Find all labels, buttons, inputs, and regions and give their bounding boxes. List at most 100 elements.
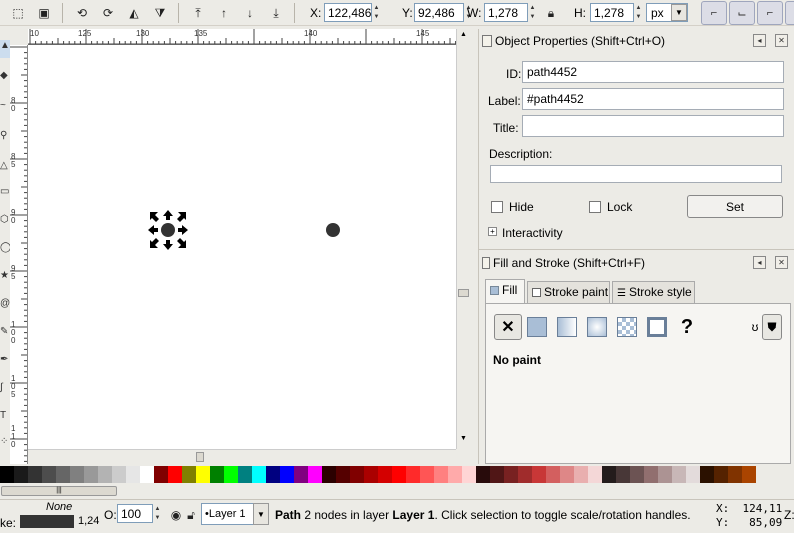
palette-swatch[interactable] — [140, 466, 154, 483]
measure-tool-icon[interactable]: △ — [0, 160, 10, 178]
x-input[interactable]: 122,486 — [324, 3, 372, 22]
palette-swatch[interactable] — [420, 466, 434, 483]
zoom-tool-icon[interactable]: ⚲ — [0, 130, 10, 148]
horizontal-scrollbar[interactable] — [28, 449, 456, 464]
palette-swatch[interactable] — [448, 466, 462, 483]
palette-swatch[interactable] — [364, 466, 378, 483]
hide-checkbox[interactable] — [491, 201, 503, 213]
palette-swatch[interactable] — [644, 466, 658, 483]
fill-rule-nonzero-icon[interactable]: ⛊ — [762, 314, 782, 340]
palette-swatch[interactable] — [308, 466, 322, 483]
width-spin-arrows[interactable]: ▲ ▼ — [528, 3, 537, 22]
palette-swatch[interactable] — [588, 466, 602, 483]
close-icon[interactable]: ✕ — [775, 34, 788, 47]
collapse-icon[interactable]: ◂ — [753, 256, 766, 269]
layer-visibility-icon[interactable]: ◉ — [170, 505, 182, 525]
lower-to-bottom-icon[interactable]: ⤓ — [266, 3, 286, 23]
palette-swatch[interactable] — [168, 466, 182, 483]
palette-swatch[interactable] — [126, 466, 140, 483]
palette-swatch[interactable] — [742, 466, 756, 483]
palette-swatch[interactable] — [182, 466, 196, 483]
id-field[interactable]: path4452 — [522, 61, 784, 83]
scale-corners-toggle[interactable]: ⌙ — [729, 1, 755, 25]
palette-swatch[interactable] — [56, 466, 70, 483]
opacity-spin-arrows[interactable]: ▲ ▼ — [153, 504, 162, 523]
lock-ratio-icon[interactable]: 🔒︎ — [543, 3, 559, 23]
scale-stroke-toggle[interactable]: ⌐ — [701, 1, 727, 25]
palette-swatch[interactable] — [210, 466, 224, 483]
palette-swatch[interactable] — [252, 466, 266, 483]
select-all-layers-icon[interactable]: ▣ — [34, 3, 54, 23]
palette-swatch[interactable] — [378, 466, 392, 483]
linear-gradient-button[interactable] — [556, 316, 578, 338]
scroll-thumb[interactable] — [196, 452, 204, 462]
layer-lock-icon[interactable]: 🔓︎ — [185, 505, 197, 525]
palette-swatch[interactable] — [196, 466, 210, 483]
radial-gradient-button[interactable] — [586, 316, 608, 338]
no-paint-button[interactable]: ✕ — [494, 314, 522, 340]
opacity-input[interactable]: 100 — [117, 504, 153, 523]
chevron-down-icon[interactable]: ▼ — [253, 503, 269, 525]
palette-swatch[interactable] — [434, 466, 448, 483]
path-node-dot[interactable] — [326, 223, 340, 237]
expander-plus-icon[interactable]: + — [488, 227, 497, 236]
raise-icon[interactable]: ↑ — [214, 3, 234, 23]
select-all-icon[interactable]: ⬚ — [8, 3, 28, 23]
palette-swatch[interactable] — [322, 466, 336, 483]
x-spin-arrows[interactable]: ▲ ▼ — [372, 3, 381, 22]
tab-stroke-paint[interactable]: Stroke paint — [527, 281, 610, 303]
palette-swatch[interactable] — [392, 466, 406, 483]
palette-swatch[interactable] — [84, 466, 98, 483]
palette-swatch[interactable] — [574, 466, 588, 483]
calligraphy-tool-icon[interactable]: ∫ — [0, 382, 10, 400]
chevron-down-icon[interactable]: ▼ — [671, 4, 687, 21]
close-icon[interactable]: ✕ — [775, 256, 788, 269]
palette-scroll-thumb[interactable]: ||| — [1, 486, 117, 496]
scroll-thumb[interactable] — [458, 289, 469, 297]
box3d-tool-icon[interactable]: ⬡ — [0, 214, 10, 232]
rect-tool-icon[interactable]: ▭ — [0, 186, 10, 204]
palette-swatch[interactable] — [336, 466, 350, 483]
palette-scrollbar[interactable]: ||| — [0, 483, 794, 499]
palette-swatch[interactable] — [630, 466, 644, 483]
palette-swatch[interactable] — [560, 466, 574, 483]
tweak-tool-icon[interactable]: ~ — [0, 100, 10, 118]
palette-swatch[interactable] — [70, 466, 84, 483]
palette-swatch[interactable] — [238, 466, 252, 483]
raise-to-top-icon[interactable]: ⤒ — [188, 3, 208, 23]
palette-swatch[interactable] — [0, 466, 14, 483]
height-spin-arrows[interactable]: ▲ ▼ — [634, 3, 643, 22]
palette-swatch[interactable] — [462, 466, 476, 483]
palette-swatch[interactable] — [266, 466, 280, 483]
pattern-button[interactable] — [616, 316, 638, 338]
palette-swatch[interactable] — [280, 466, 294, 483]
pen-tool-icon[interactable]: ✒ — [0, 354, 10, 372]
palette-swatch[interactable] — [490, 466, 504, 483]
palette-swatch[interactable] — [616, 466, 630, 483]
height-input[interactable]: 1,278 — [590, 3, 634, 22]
collapse-icon[interactable]: ◂ — [753, 34, 766, 47]
rotate-cw-icon[interactable]: ⟳ — [98, 3, 118, 23]
lock-checkbox[interactable] — [589, 201, 601, 213]
flip-vertical-icon[interactable]: ⧩ — [150, 3, 170, 23]
label-field[interactable]: #path4452 — [522, 88, 784, 110]
palette-swatch[interactable] — [658, 466, 672, 483]
rotate-ccw-icon[interactable]: ⟲ — [72, 3, 92, 23]
flip-horizontal-icon[interactable]: ◭ — [124, 3, 144, 23]
palette-swatch[interactable] — [294, 466, 308, 483]
flat-color-button[interactable] — [526, 316, 548, 338]
swatch-button[interactable] — [646, 316, 668, 338]
palette-swatch[interactable] — [602, 466, 616, 483]
stroke-width-value[interactable]: 1,24 — [78, 515, 99, 527]
node-tool-icon[interactable]: ◆ — [0, 70, 10, 88]
pencil-tool-icon[interactable]: ✎ — [0, 326, 10, 344]
text-tool-icon[interactable]: T — [0, 410, 10, 428]
layer-select[interactable]: •Layer 1 — [201, 503, 255, 525]
palette-swatch[interactable] — [672, 466, 686, 483]
drawing-canvas[interactable] — [28, 45, 456, 449]
spray-tool-icon[interactable]: ⁘ — [0, 436, 10, 454]
set-button[interactable]: Set — [687, 195, 783, 218]
palette-swatch[interactable] — [224, 466, 238, 483]
move-patterns-toggle[interactable] — [785, 1, 794, 25]
fill-indicator[interactable]: None — [46, 501, 72, 513]
